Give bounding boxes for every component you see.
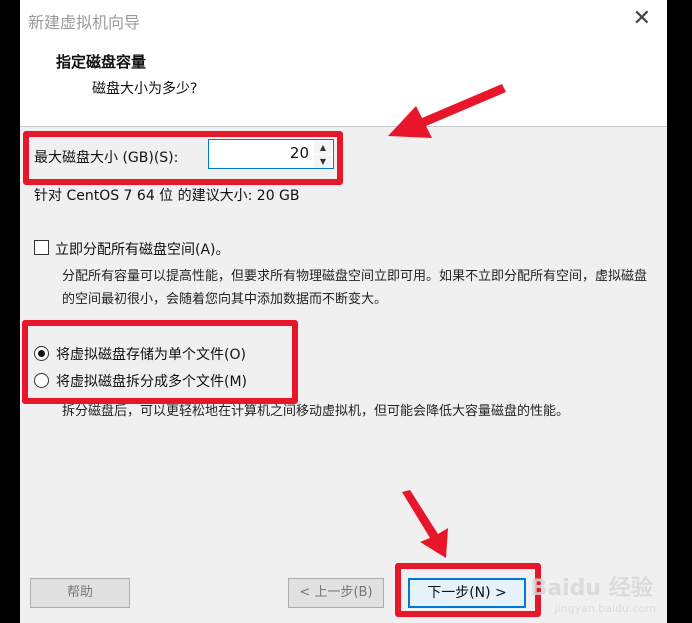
window-title: 新建虚拟机向导	[28, 13, 141, 32]
stepper-down-icon[interactable]: ▼	[314, 155, 332, 168]
page-subtitle: 磁盘大小为多少?	[92, 81, 198, 97]
disk-size-label: 最大磁盘大小 (GB)(S):	[34, 150, 179, 166]
close-icon[interactable]: ✕	[633, 6, 651, 31]
allocate-description: 分配所有容量可以提高性能，但要求所有物理磁盘空间立即可用。如果不立即分配所有空间…	[62, 269, 648, 307]
multi-file-label[interactable]: 将虚拟磁盘拆分成多个文件(M)	[56, 371, 247, 391]
new-vm-wizard-window: 新建虚拟机向导 ✕ 指定磁盘容量 磁盘大小为多少? 最大磁盘大小 (GB)(S)…	[20, 0, 667, 623]
multi-file-radio[interactable]	[34, 373, 49, 388]
single-file-label[interactable]: 将虚拟磁盘存储为单个文件(O)	[56, 344, 246, 364]
split-description: 拆分磁盘后，可以更轻松地在计算机之间移动虚拟机，但可能会降低大容量磁盘的性能。	[62, 404, 570, 419]
page-title: 指定磁盘容量	[56, 53, 147, 71]
watermark-sub: jingyan.baidu.com	[554, 602, 656, 615]
back-button[interactable]: < 上一步(B)	[288, 578, 384, 608]
recommended-size-text: 针对 CentOS 7 64 位 的建议大小: 20 GB	[34, 188, 300, 204]
help-button[interactable]: 帮助	[30, 578, 130, 608]
disk-size-stepper[interactable]: 20 ▲ ▼	[208, 139, 334, 169]
next-button[interactable]: 下一步(N) >	[408, 578, 526, 608]
stepper-up-icon[interactable]: ▲	[314, 141, 332, 154]
baidu-watermark: Baidu 经验 jingyan.baidu.com	[530, 570, 656, 615]
watermark-main: Baidu 经验	[530, 576, 653, 601]
single-file-radio[interactable]	[34, 346, 49, 361]
wizard-header: 指定磁盘容量 磁盘大小为多少?	[20, 38, 667, 127]
allocate-all-label[interactable]: 立即分配所有磁盘空间(A)。	[55, 239, 230, 259]
disk-size-value[interactable]: 20	[290, 144, 309, 162]
allocate-all-checkbox[interactable]	[34, 240, 49, 255]
title-bar: 新建虚拟机向导 ✕	[20, 0, 667, 38]
